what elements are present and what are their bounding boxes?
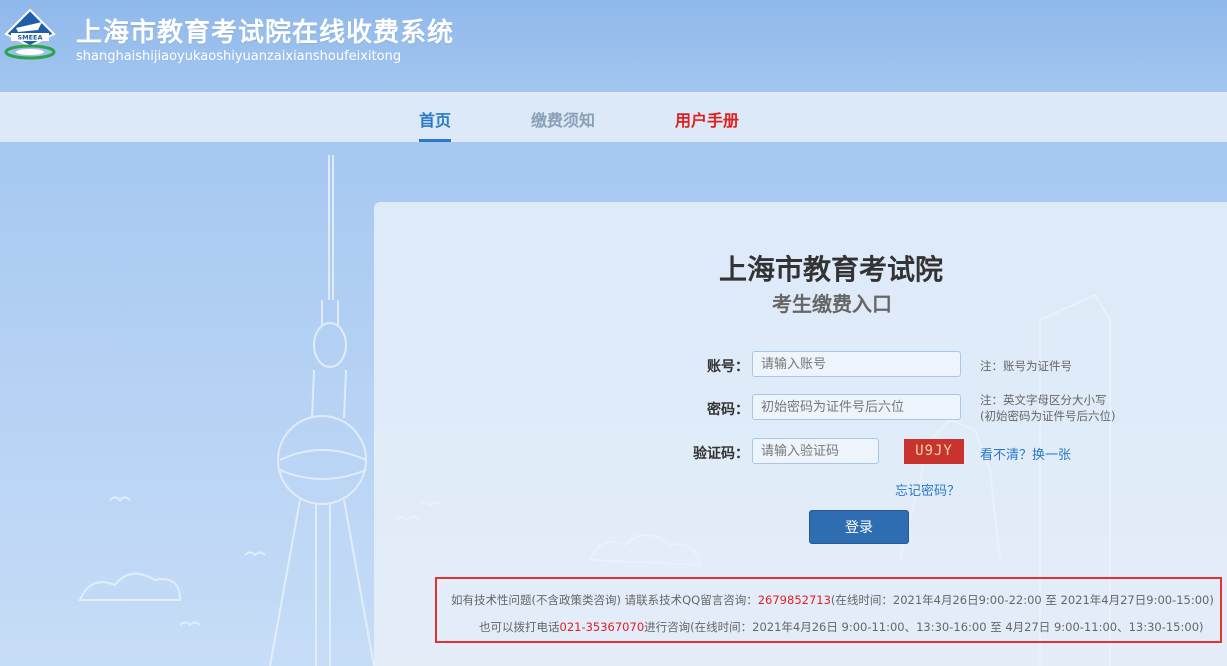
account-input[interactable]	[752, 351, 961, 377]
forgot-password-link[interactable]: 忘记密码？	[895, 480, 960, 499]
header: SMEEA 上海市教育考试院在线收费系统 shanghaishijiaoyuka…	[0, 0, 1227, 92]
contact-qq-hours: (在线时间：2021年4月26日9:00-22:00 至 2021年4月27日9…	[830, 593, 1214, 607]
nav-payment-notice[interactable]: 缴费须知	[531, 107, 595, 131]
password-note-initial: (初始密码为证件号后六位)	[980, 409, 1116, 423]
password-label: 密码：	[707, 402, 749, 418]
login-button[interactable]: 登录	[809, 510, 909, 544]
password-note-case: 注：英文字母区分大小写	[980, 393, 1107, 407]
contact-phone-hours: 进行咨询(在线时间：2021年4月26日 9:00-11:00、13:30-16…	[644, 620, 1204, 634]
logo-text: SMEEA	[17, 34, 42, 42]
nav-user-manual[interactable]: 用户手册	[675, 107, 739, 131]
contact-qq-line: 如有技术性问题(不含政策类咨询) 请联系技术QQ留言咨询：2679852713(…	[451, 592, 1214, 608]
contact-phone-line: 也可以拨打电话021-35367070进行咨询(在线时间：2021年4月26日 …	[479, 619, 1204, 635]
contact-qq-prefix: 如有技术性问题(不含政策类咨询) 请联系技术QQ留言咨询：	[451, 593, 758, 607]
contact-phone-prefix: 也可以拨打电话	[479, 620, 560, 634]
contact-phone-number: 021-35367070	[559, 620, 645, 634]
smeea-logo: SMEEA	[4, 8, 56, 60]
site-subtitle: shanghaishijiaoyukaoshiyuanzaixianshoufe…	[76, 49, 402, 64]
password-input[interactable]	[752, 394, 961, 420]
refresh-captcha-link[interactable]: 看不清？换一张	[980, 444, 1071, 463]
contact-info-box: 如有技术性问题(不含政策类咨询) 请联系技术QQ留言咨询：2679852713(…	[435, 577, 1222, 643]
captcha-label: 验证码：	[693, 446, 749, 462]
captcha-image[interactable]: U9JY	[904, 439, 964, 464]
captcha-input[interactable]	[752, 438, 879, 464]
account-note: 注：账号为证件号	[980, 359, 1072, 373]
panel-subtitle: 考生缴费入口	[772, 292, 892, 316]
nav-bar: 首页 缴费须知 用户手册	[0, 92, 1227, 142]
account-label: 账号：	[707, 359, 749, 375]
panel-title: 上海市教育考试院	[719, 253, 944, 286]
site-title: 上海市教育考试院在线收费系统	[76, 18, 455, 48]
contact-qq-number: 2679852713	[757, 593, 831, 607]
nav-home[interactable]: 首页	[419, 107, 452, 142]
